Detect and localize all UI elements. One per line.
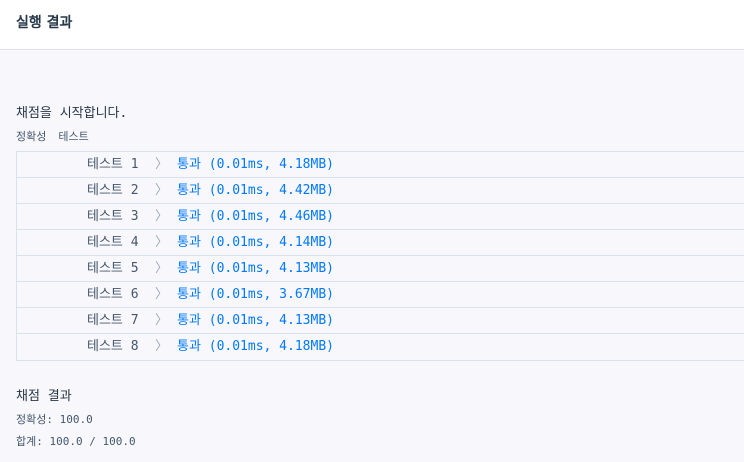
chevron-right-icon: 〉 bbox=[155, 209, 169, 224]
section-test-label: 테스트 bbox=[58, 130, 89, 143]
test-name: 테스트 7 bbox=[87, 313, 139, 328]
test-result: 통과 (0.01ms, 4.46MB) bbox=[177, 209, 334, 224]
result-title: 실행 결과 bbox=[16, 15, 73, 31]
test-result: 통과 (0.01ms, 3.67MB) bbox=[177, 287, 334, 302]
test-name: 테스트 2 bbox=[87, 183, 139, 198]
test-row: 테스트 1 〉 통과 (0.01ms, 4.18MB) bbox=[17, 152, 744, 178]
test-name: 테스트 6 bbox=[87, 287, 139, 302]
test-row: 테스트 3 〉 통과 (0.01ms, 4.46MB) bbox=[17, 204, 744, 230]
accuracy-score: 정확성: 100.0 bbox=[16, 413, 93, 426]
chevron-right-icon: 〉 bbox=[155, 157, 169, 172]
total-score: 합계: 100.0 / 100.0 bbox=[16, 435, 136, 448]
test-name: 테스트 3 bbox=[87, 209, 139, 224]
test-result: 통과 (0.01ms, 4.13MB) bbox=[177, 261, 334, 276]
result-header: 실행 결과 bbox=[0, 0, 744, 50]
chevron-right-icon: 〉 bbox=[155, 235, 169, 250]
test-result: 통과 (0.01ms, 4.14MB) bbox=[177, 235, 334, 250]
test-name: 테스트 8 bbox=[87, 339, 139, 354]
test-result: 통과 (0.01ms, 4.18MB) bbox=[177, 339, 334, 354]
test-result: 통과 (0.01ms, 4.13MB) bbox=[177, 313, 334, 328]
grading-start-message: 채점을 시작합니다. bbox=[16, 106, 128, 121]
test-row: 테스트 8 〉 통과 (0.01ms, 4.18MB) bbox=[17, 334, 744, 360]
section-label: 정확성 테스트 bbox=[16, 128, 89, 144]
test-name: 테스트 4 bbox=[87, 235, 139, 250]
section-accuracy-label: 정확성 bbox=[16, 130, 47, 143]
test-row: 테스트 2 〉 통과 (0.01ms, 4.42MB) bbox=[17, 178, 744, 204]
chevron-right-icon: 〉 bbox=[155, 261, 169, 276]
test-row: 테스트 6 〉 통과 (0.01ms, 3.67MB) bbox=[17, 282, 744, 308]
test-result: 통과 (0.01ms, 4.18MB) bbox=[177, 157, 334, 172]
chevron-right-icon: 〉 bbox=[155, 287, 169, 302]
test-name: 테스트 1 bbox=[87, 157, 139, 172]
test-row: 테스트 4 〉 통과 (0.01ms, 4.14MB) bbox=[17, 230, 744, 256]
grading-result-title: 채점 결과 bbox=[16, 389, 72, 404]
test-results-table: 테스트 1 〉 통과 (0.01ms, 4.18MB) 테스트 2 〉 통과 (… bbox=[16, 151, 744, 361]
test-row: 테스트 7 〉 통과 (0.01ms, 4.13MB) bbox=[17, 308, 744, 334]
chevron-right-icon: 〉 bbox=[155, 339, 169, 354]
test-row: 테스트 5 〉 통과 (0.01ms, 4.13MB) bbox=[17, 256, 744, 282]
chevron-right-icon: 〉 bbox=[155, 313, 169, 328]
chevron-right-icon: 〉 bbox=[155, 183, 169, 198]
test-name: 테스트 5 bbox=[87, 261, 139, 276]
test-result: 통과 (0.01ms, 4.42MB) bbox=[177, 183, 334, 198]
